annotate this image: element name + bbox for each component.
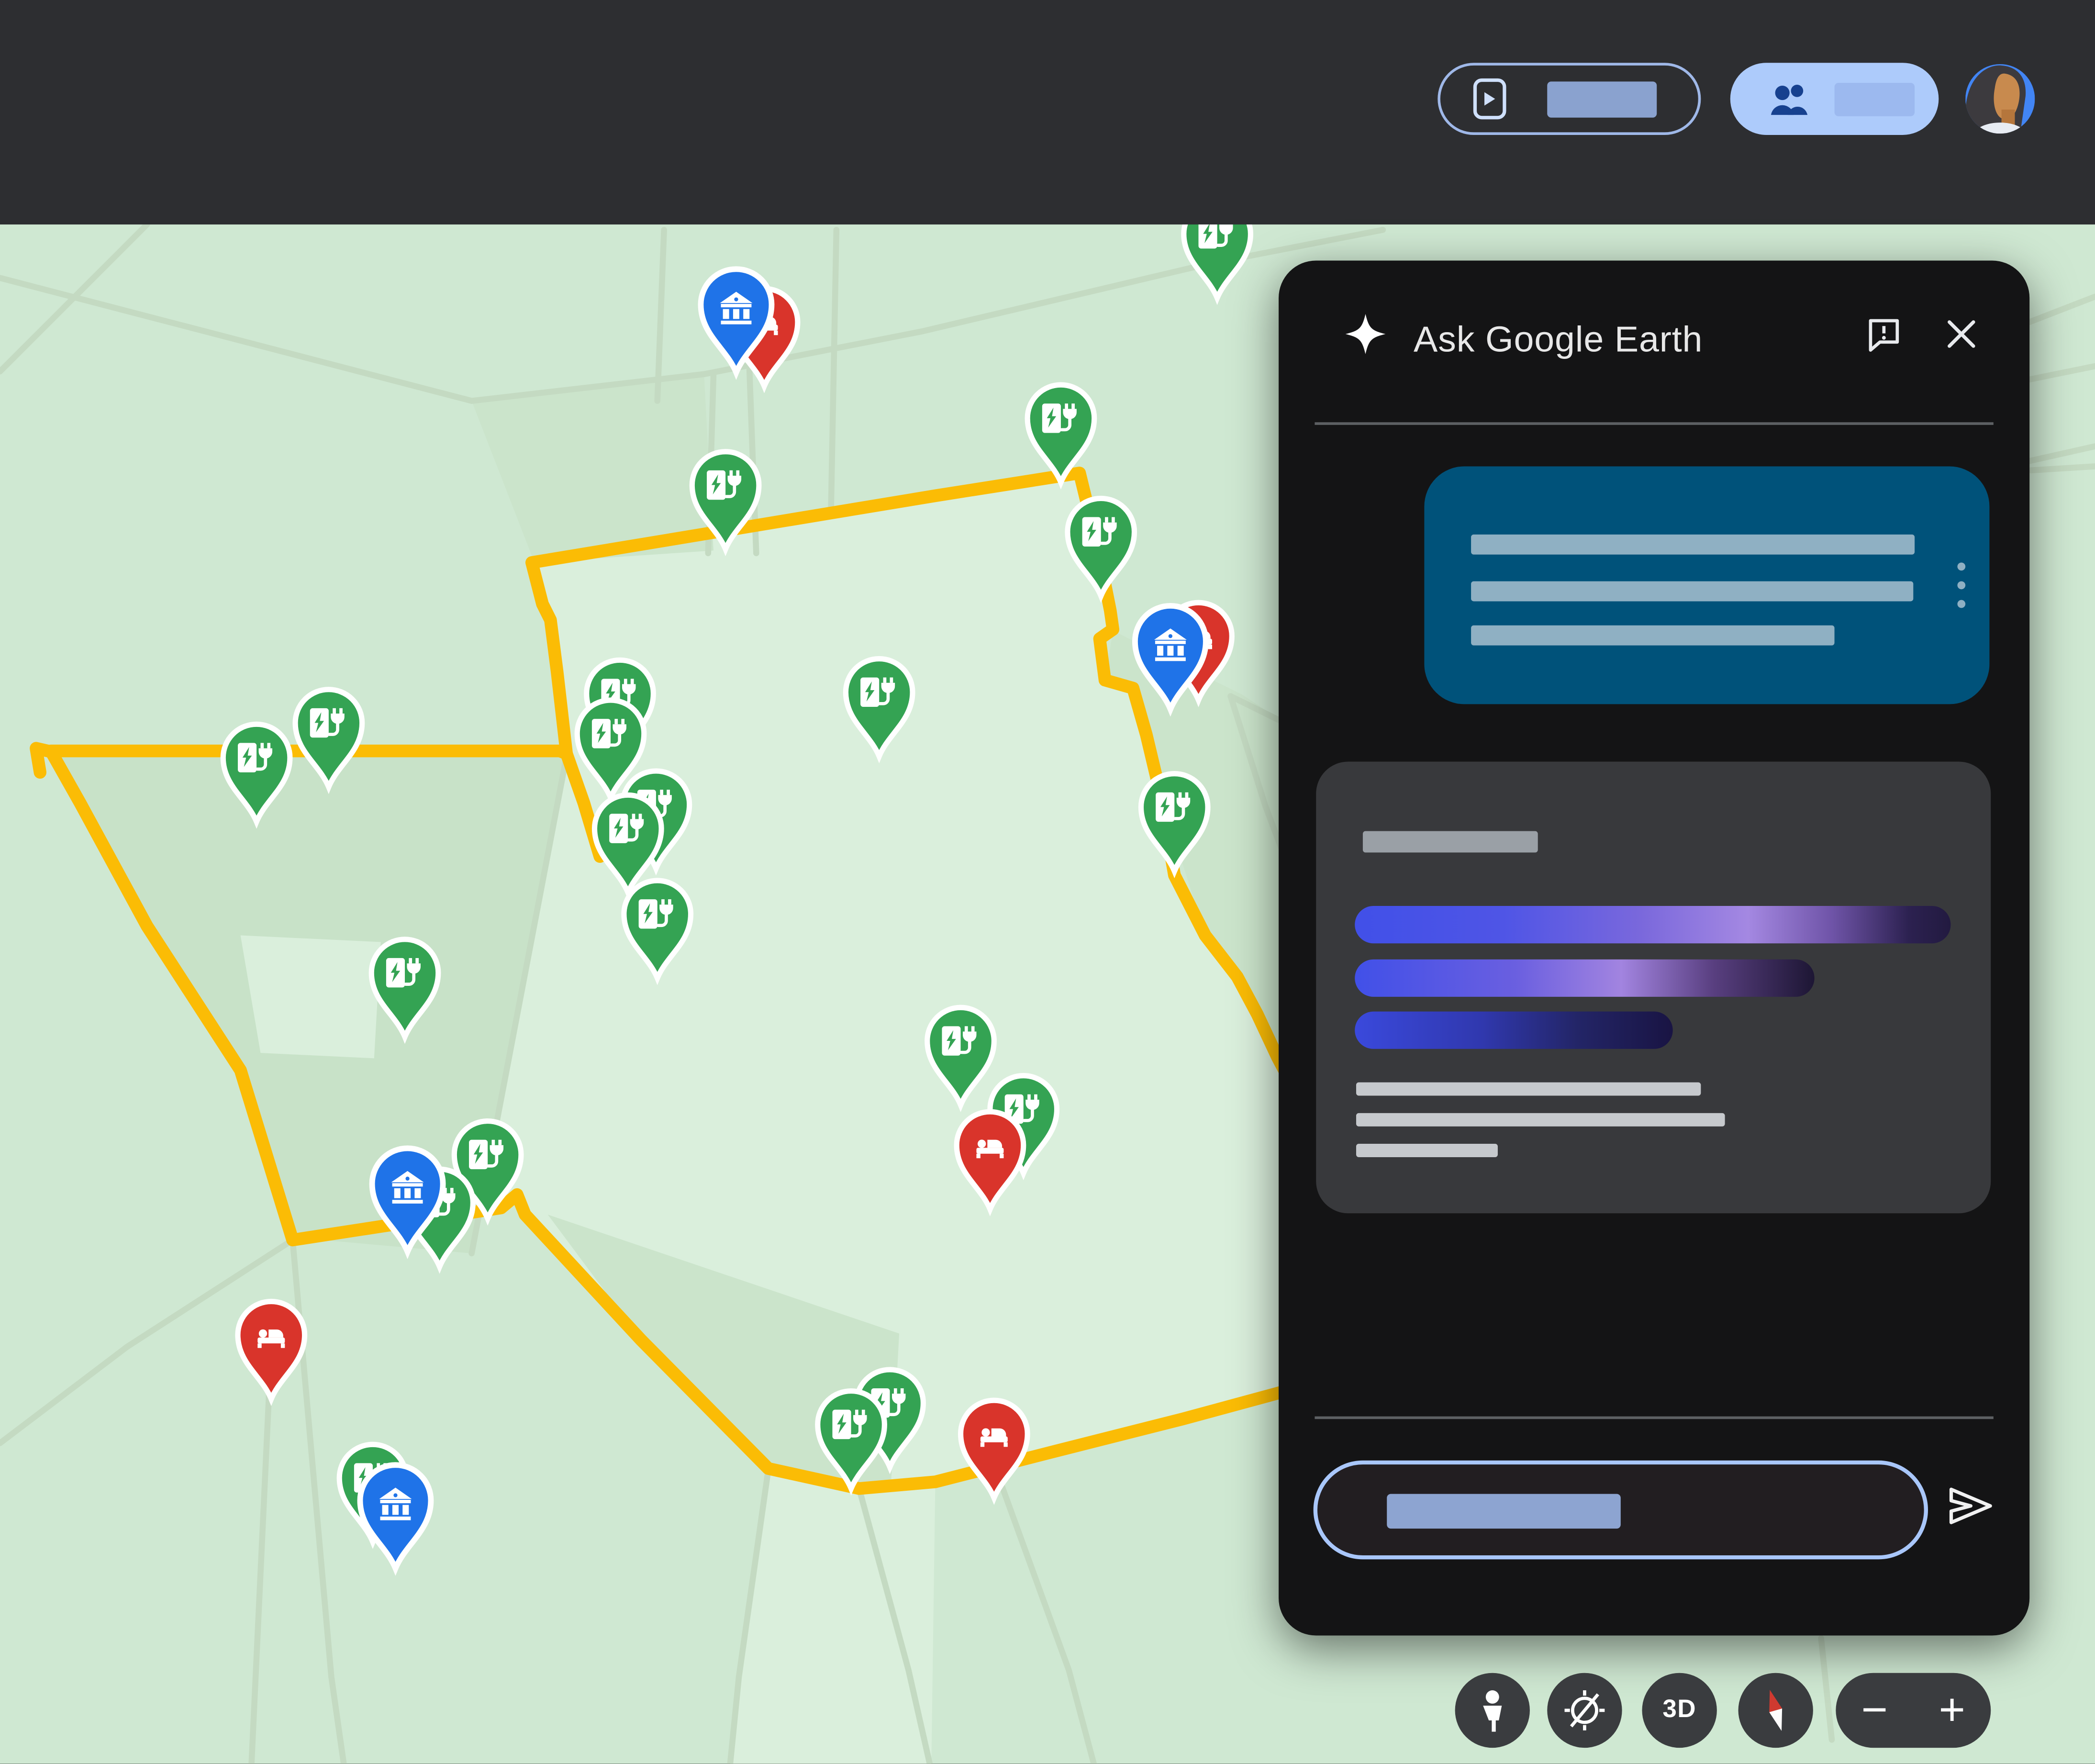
zoom-out-button[interactable]: − xyxy=(1861,1687,1888,1733)
map-road xyxy=(2029,447,2095,461)
gradient-skeleton-bar xyxy=(1355,1012,1673,1049)
redacted-text-bar xyxy=(1471,535,1915,555)
panel-title: Ask Google Earth xyxy=(1414,319,1703,361)
museum-pin[interactable] xyxy=(360,1465,431,1568)
divider xyxy=(1315,422,1993,425)
zoom-control: − + xyxy=(1836,1673,1991,1748)
redacted-text-bar xyxy=(1471,625,1834,646)
ask-google-earth-panel: Ask Google Earth xyxy=(1279,260,2029,1635)
top-app-bar xyxy=(0,0,2095,224)
map-road xyxy=(251,1347,271,1764)
hotel-pin[interactable] xyxy=(961,1400,1028,1498)
map-road xyxy=(994,1464,1095,1764)
feedback-icon[interactable] xyxy=(1861,312,1906,357)
avatar[interactable] xyxy=(1965,64,2035,140)
user-prompt-card xyxy=(1424,466,1989,704)
sparkle-icon xyxy=(1343,312,1388,357)
more-options-button[interactable] xyxy=(1957,562,1965,608)
close-icon[interactable] xyxy=(1939,312,1984,357)
people-icon xyxy=(1765,78,1813,120)
view-3d-button[interactable]: 3D xyxy=(1642,1673,1716,1748)
redacted-button-label xyxy=(1835,82,1915,116)
send-button[interactable] xyxy=(1941,1476,2000,1535)
map-road xyxy=(2029,297,2095,322)
play-presentation-icon xyxy=(1470,75,1510,123)
response-card xyxy=(1316,761,1991,1213)
gradient-skeleton-bar xyxy=(1355,960,1814,997)
map-road xyxy=(0,230,1383,401)
pegman-button[interactable] xyxy=(1455,1673,1530,1748)
redacted-text-line xyxy=(1356,1083,1701,1096)
divider xyxy=(1315,1417,1993,1419)
ask-input[interactable] xyxy=(1314,1461,1928,1560)
zoom-in-button[interactable]: + xyxy=(1939,1687,1965,1733)
redacted-text-line xyxy=(1356,1113,1725,1127)
my-location-disabled-icon[interactable] xyxy=(1547,1673,1622,1748)
map-terrain-polygon xyxy=(241,935,381,1058)
ev-charging-pin[interactable] xyxy=(1027,385,1094,482)
redacted-text-bar xyxy=(1471,581,1913,602)
map-road xyxy=(831,230,836,508)
map-road xyxy=(2029,366,2095,380)
presentation-button[interactable] xyxy=(1438,63,1701,135)
map-road xyxy=(2031,466,2095,470)
gradient-skeleton-bar xyxy=(1355,906,1950,943)
redacted-text-line xyxy=(1356,1144,1498,1157)
redacted-label-bar xyxy=(1363,831,1538,853)
share-button[interactable] xyxy=(1730,63,1939,135)
redacted-button-label xyxy=(1547,81,1657,117)
panel-header: Ask Google Earth xyxy=(1279,260,2029,424)
redacted-placeholder-bar xyxy=(1387,1494,1621,1529)
map-road xyxy=(1821,1638,1832,1740)
compass[interactable] xyxy=(1738,1673,1813,1748)
map-road xyxy=(657,230,664,401)
hotel-pin[interactable] xyxy=(238,1302,305,1399)
